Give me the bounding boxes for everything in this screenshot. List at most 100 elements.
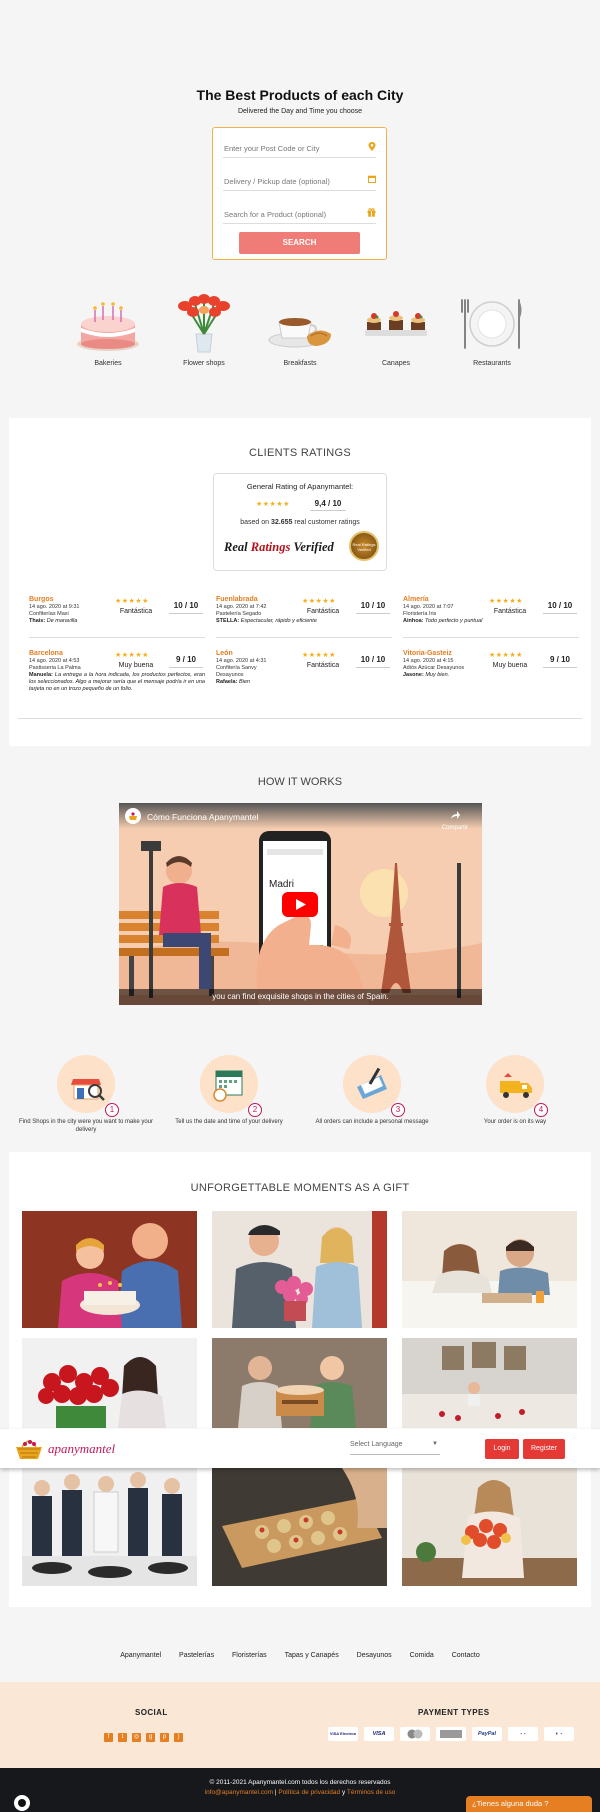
review-text: Thais: De maravilla: [29, 618, 78, 624]
category-label: Restaurants: [473, 360, 511, 367]
review-label: Muy buena: [118, 662, 154, 669]
category-canapes[interactable]: Canapes: [358, 292, 434, 367]
how-it-works-steps: 1 Find Shops in the city were you want t…: [0, 1055, 600, 1133]
accessibility-button[interactable]: [14, 1795, 30, 1811]
review-card: Fuenlabrada 14 ago. 2020 at 7:42 Pastele…: [216, 596, 392, 646]
ratings-title: CLIENTS RATINGS: [248, 447, 352, 459]
divider: [216, 637, 392, 638]
category-restaurants[interactable]: Restaurants: [454, 292, 530, 367]
category-flower-shops[interactable]: Flower shops: [166, 292, 242, 367]
footer-nav: Apanymantel Pastelerías Floristerías Tap…: [0, 1652, 600, 1666]
hero-subtitle: Delivered the Day and Time you choose: [237, 108, 363, 115]
review-stars: ★★★★★: [489, 598, 523, 605]
review-shop-category: Desayunos: [216, 672, 244, 678]
step-number: 4: [534, 1103, 548, 1117]
category-breakfasts[interactable]: Breakfasts: [262, 292, 338, 367]
footer-link-desayunos[interactable]: Desayunos: [357, 1652, 392, 1659]
video-player[interactable]: Madri Cómo Funciona Apanymantel Comparti…: [119, 803, 482, 1005]
product-search-input[interactable]: Search for a Product (optional): [223, 202, 376, 224]
category-label: Bakeries: [94, 360, 122, 367]
search-button[interactable]: SEARCH: [239, 232, 360, 254]
step-find-shops: 1 Find Shops in the city were you want t…: [16, 1055, 156, 1134]
step-label: Your order is on its way: [483, 1119, 547, 1125]
terms-link[interactable]: Términos de uso: [347, 1789, 395, 1796]
chevron-down-icon: ▼: [432, 1441, 438, 1447]
facebook-icon[interactable]: f: [104, 1733, 113, 1742]
review-label: Fantástica: [493, 608, 527, 615]
delivery-truck-icon: 4: [486, 1055, 548, 1117]
gift-photo-romantic-room[interactable]: [402, 1338, 577, 1428]
step-date-time: 2 Tell us the date and time of your deli…: [159, 1055, 299, 1126]
twitter-icon[interactable]: t: [118, 1733, 127, 1742]
apanymantel-logo[interactable]: apanymantel: [14, 1435, 115, 1461]
footer-link-comida[interactable]: Comida: [410, 1652, 434, 1659]
footer-link-apanymantel[interactable]: Apanymantel: [120, 1652, 161, 1659]
review-text: Rafaela: Bien: [216, 679, 250, 685]
footer-social-payments: SOCIAL f t ◎ g p) PAYMENT TYPES VISA Electro…: [0, 1682, 600, 1768]
email-link[interactable]: info@apanymantel.com: [205, 1789, 273, 1796]
pinterest-icon[interactable]: p: [160, 1733, 169, 1742]
video-title[interactable]: Cómo Funciona Apanymantel: [147, 812, 259, 822]
divider: [29, 637, 205, 638]
hero-section: The Best Products of each City Delivered…: [0, 0, 600, 410]
footer-link-contacto[interactable]: Contacto: [452, 1652, 480, 1659]
chat-help-button[interactable]: ¿Tienes alguna duda ?: [466, 1796, 592, 1812]
channel-avatar[interactable]: [125, 808, 141, 824]
gift-photo-breakfast-in-bed[interactable]: [402, 1211, 577, 1328]
divider: [18, 718, 582, 719]
payment-methods: VISA Electron VISA PayPal - - ◐ -: [328, 1727, 580, 1741]
gift-photo-catering[interactable]: [22, 1468, 197, 1586]
step-number: 1: [105, 1103, 119, 1117]
general-rating-label: General Rating of Apanymantel:: [246, 482, 354, 491]
review-label: Fantástica: [119, 608, 153, 615]
category-bakeries[interactable]: Bakeries: [70, 292, 146, 367]
review-score: 9 / 10: [543, 654, 577, 668]
footer-link-pastelerias[interactable]: Pastelerías: [179, 1652, 214, 1659]
login-button[interactable]: Login: [485, 1439, 519, 1459]
step-personal-message: 3 All orders can include a personal mess…: [302, 1055, 442, 1126]
gift-photo-canapes-board[interactable]: [212, 1468, 387, 1586]
rss-icon[interactable]: ): [174, 1733, 183, 1742]
gift-photo-flowers-for-mom[interactable]: [402, 1468, 577, 1586]
category-label: Flower shops: [183, 360, 225, 367]
gift-photo-birthday[interactable]: [22, 1211, 197, 1328]
footer-link-tapas[interactable]: Tapas y Canapés: [285, 1652, 339, 1659]
client-ratings-section: CLIENTS RATINGS General Rating of Apanym…: [9, 418, 591, 746]
instagram-icon[interactable]: ◎: [132, 1733, 141, 1742]
play-button[interactable]: [282, 892, 318, 917]
step-on-its-way: 4 Your order is on its way: [445, 1055, 585, 1126]
video-caption: you can find exquisite shops in the citi…: [119, 989, 482, 1005]
review-text: STELLA: Espectacular, rápido y eficiente: [216, 618, 317, 624]
visa-electron-icon: VISA Electron: [328, 1727, 358, 1741]
gifts-title: UNFORGETTABLE MOMENTS AS A GIFT: [190, 1182, 410, 1194]
share-button[interactable]: Compartir: [437, 807, 473, 831]
step-label: All orders can include a personal messag…: [315, 1119, 429, 1125]
bottom-bar: © 2011-2021 Apanymantel.com todos los de…: [0, 1768, 600, 1812]
footer-link-floristerias[interactable]: Floristerías: [232, 1652, 267, 1659]
review-score: 10 / 10: [356, 654, 390, 668]
review-score: 10 / 10: [169, 600, 203, 614]
verified-seal-icon: Real Ratings Verified: [349, 531, 379, 561]
postcode-input[interactable]: Enter your Post Code or City: [223, 136, 376, 158]
legal-links: info@apanymantel.com | Política de priva…: [204, 1789, 396, 1796]
gift-photo-flower-delivery[interactable]: [212, 1211, 387, 1328]
review-stars: ★★★★★: [302, 652, 336, 659]
google-plus-icon[interactable]: g: [146, 1733, 155, 1742]
flower-bouquet-icon: [169, 292, 239, 354]
mastercard-icon: [400, 1727, 430, 1741]
gift-photo-roses[interactable]: [22, 1338, 197, 1428]
review-text: Ainhoa: Todo perfecto y puntual: [403, 618, 483, 624]
gift-photo-cake-celebration[interactable]: [212, 1338, 387, 1428]
review-label: Muy buena: [492, 662, 528, 669]
language-select[interactable]: Select Language ▼: [350, 1441, 440, 1455]
privacy-link[interactable]: Política de privacidad: [278, 1789, 340, 1796]
date-input[interactable]: Delivery / Pickup date (optional): [223, 169, 376, 191]
review-label: Fantástica: [306, 662, 340, 669]
step-number: 3: [391, 1103, 405, 1117]
register-button[interactable]: Register: [523, 1439, 565, 1459]
step-label: Tell us the date and time of your delive…: [175, 1119, 283, 1125]
review-stars: ★★★★★: [489, 652, 523, 659]
review-card: Vitoria-Gasteiz 14 ago. 2020 at 4:15 Adi…: [403, 650, 579, 700]
cake-icon: [73, 292, 143, 354]
search-form: Enter your Post Code or City Delivery / …: [212, 127, 387, 260]
